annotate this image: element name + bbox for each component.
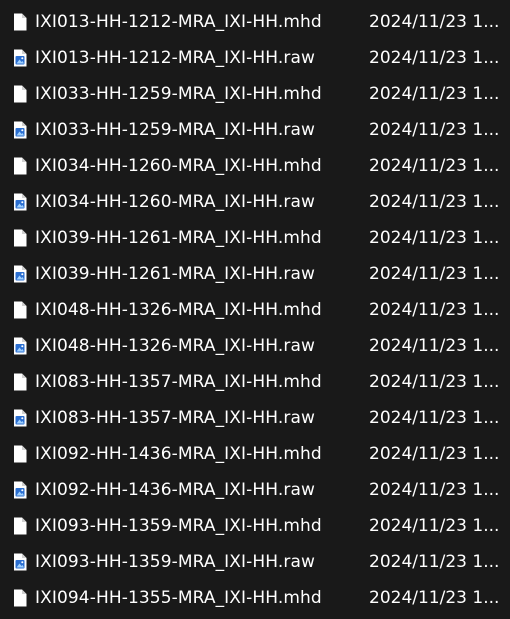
file-row[interactable]: IXI033-HH-1259-MRA_IXI-HH.raw 2024/11/23… bbox=[0, 112, 510, 148]
file-modified-date: 2024/11/23 1... bbox=[369, 336, 500, 356]
file-name[interactable]: IXI093-HH-1359-MRA_IXI-HH.raw bbox=[35, 544, 315, 580]
file-modified-date: 2024/11/23 1... bbox=[369, 444, 500, 464]
file-modified-date: 2024/11/23 1... bbox=[369, 192, 500, 212]
file-modified-date: 2024/11/23 1... bbox=[369, 480, 500, 500]
file-modified-date: 2024/11/23 1... bbox=[369, 12, 500, 32]
file-modified-date: 2024/11/23 1... bbox=[369, 264, 500, 284]
file-row[interactable]: IXI094-HH-1355-MRA_IXI-HH.mhd 2024/11/23… bbox=[0, 580, 510, 616]
file-name[interactable]: IXI033-HH-1259-MRA_IXI-HH.raw bbox=[35, 112, 315, 148]
image-file-icon bbox=[13, 193, 27, 211]
file-name[interactable]: IXI034-HH-1260-MRA_IXI-HH.raw bbox=[35, 184, 315, 220]
file-modified-date: 2024/11/23 1... bbox=[369, 408, 500, 428]
file-name[interactable]: IXI092-HH-1436-MRA_IXI-HH.raw bbox=[35, 472, 315, 508]
file-name[interactable]: IXI092-HH-1436-MRA_IXI-HH.mhd bbox=[35, 436, 322, 472]
file-modified-date: 2024/11/23 1... bbox=[369, 120, 500, 140]
file-name[interactable]: IXI083-HH-1357-MRA_IXI-HH.mhd bbox=[35, 364, 322, 400]
file-modified-date: 2024/11/23 1... bbox=[369, 156, 500, 176]
file-modified-date: 2024/11/23 1... bbox=[369, 372, 500, 392]
file-row[interactable]: IXI039-HH-1261-MRA_IXI-HH.raw 2024/11/23… bbox=[0, 256, 510, 292]
file-row[interactable]: IXI013-HH-1212-MRA_IXI-HH.raw 2024/11/23… bbox=[0, 40, 510, 76]
file-name[interactable]: IXI013-HH-1212-MRA_IXI-HH.raw bbox=[35, 40, 315, 76]
file-modified-date: 2024/11/23 1... bbox=[369, 552, 500, 572]
file-modified-date: 2024/11/23 1... bbox=[369, 84, 500, 104]
file-name[interactable]: IXI094-HH-1355-MRA_IXI-HH.mhd bbox=[35, 580, 322, 616]
document-icon bbox=[13, 517, 27, 535]
document-icon bbox=[13, 229, 27, 247]
file-name[interactable]: IXI083-HH-1357-MRA_IXI-HH.raw bbox=[35, 400, 315, 436]
file-list: IXI013-HH-1212-MRA_IXI-HH.mhd 2024/11/23… bbox=[0, 4, 510, 616]
document-icon bbox=[13, 301, 27, 319]
file-row[interactable]: IXI092-HH-1436-MRA_IXI-HH.mhd 2024/11/23… bbox=[0, 436, 510, 472]
file-modified-date: 2024/11/23 1... bbox=[369, 516, 500, 536]
document-icon bbox=[13, 589, 27, 607]
file-row[interactable]: IXI048-HH-1326-MRA_IXI-HH.raw 2024/11/23… bbox=[0, 328, 510, 364]
file-row[interactable]: IXI093-HH-1359-MRA_IXI-HH.raw 2024/11/23… bbox=[0, 544, 510, 580]
image-file-icon bbox=[13, 553, 27, 571]
file-row[interactable]: IXI083-HH-1357-MRA_IXI-HH.mhd 2024/11/23… bbox=[0, 364, 510, 400]
file-name[interactable]: IXI034-HH-1260-MRA_IXI-HH.mhd bbox=[35, 148, 322, 184]
file-row[interactable]: IXI092-HH-1436-MRA_IXI-HH.raw 2024/11/23… bbox=[0, 472, 510, 508]
file-row[interactable]: IXI034-HH-1260-MRA_IXI-HH.mhd 2024/11/23… bbox=[0, 148, 510, 184]
image-file-icon bbox=[13, 409, 27, 427]
document-icon bbox=[13, 373, 27, 391]
image-file-icon bbox=[13, 265, 27, 283]
file-name[interactable]: IXI093-HH-1359-MRA_IXI-HH.mhd bbox=[35, 508, 322, 544]
file-row[interactable]: IXI013-HH-1212-MRA_IXI-HH.mhd 2024/11/23… bbox=[0, 4, 510, 40]
image-file-icon bbox=[13, 49, 27, 67]
file-row[interactable]: IXI048-HH-1326-MRA_IXI-HH.mhd 2024/11/23… bbox=[0, 292, 510, 328]
file-modified-date: 2024/11/23 1... bbox=[369, 588, 500, 608]
file-row[interactable]: IXI034-HH-1260-MRA_IXI-HH.raw 2024/11/23… bbox=[0, 184, 510, 220]
file-modified-date: 2024/11/23 1... bbox=[369, 228, 500, 248]
file-name[interactable]: IXI048-HH-1326-MRA_IXI-HH.raw bbox=[35, 328, 315, 364]
document-icon bbox=[13, 13, 27, 31]
file-name[interactable]: IXI039-HH-1261-MRA_IXI-HH.raw bbox=[35, 256, 315, 292]
image-file-icon bbox=[13, 337, 27, 355]
file-row[interactable]: IXI083-HH-1357-MRA_IXI-HH.raw 2024/11/23… bbox=[0, 400, 510, 436]
document-icon bbox=[13, 85, 27, 103]
file-name[interactable]: IXI033-HH-1259-MRA_IXI-HH.mhd bbox=[35, 76, 322, 112]
file-row[interactable]: IXI039-HH-1261-MRA_IXI-HH.mhd 2024/11/23… bbox=[0, 220, 510, 256]
document-icon bbox=[13, 445, 27, 463]
file-name[interactable]: IXI048-HH-1326-MRA_IXI-HH.mhd bbox=[35, 292, 322, 328]
image-file-icon bbox=[13, 481, 27, 499]
file-modified-date: 2024/11/23 1... bbox=[369, 300, 500, 320]
document-icon bbox=[13, 157, 27, 175]
image-file-icon bbox=[13, 121, 27, 139]
file-row[interactable]: IXI033-HH-1259-MRA_IXI-HH.mhd 2024/11/23… bbox=[0, 76, 510, 112]
file-row[interactable]: IXI093-HH-1359-MRA_IXI-HH.mhd 2024/11/23… bbox=[0, 508, 510, 544]
file-name[interactable]: IXI013-HH-1212-MRA_IXI-HH.mhd bbox=[35, 4, 322, 40]
file-modified-date: 2024/11/23 1... bbox=[369, 48, 500, 68]
file-name[interactable]: IXI039-HH-1261-MRA_IXI-HH.mhd bbox=[35, 220, 322, 256]
